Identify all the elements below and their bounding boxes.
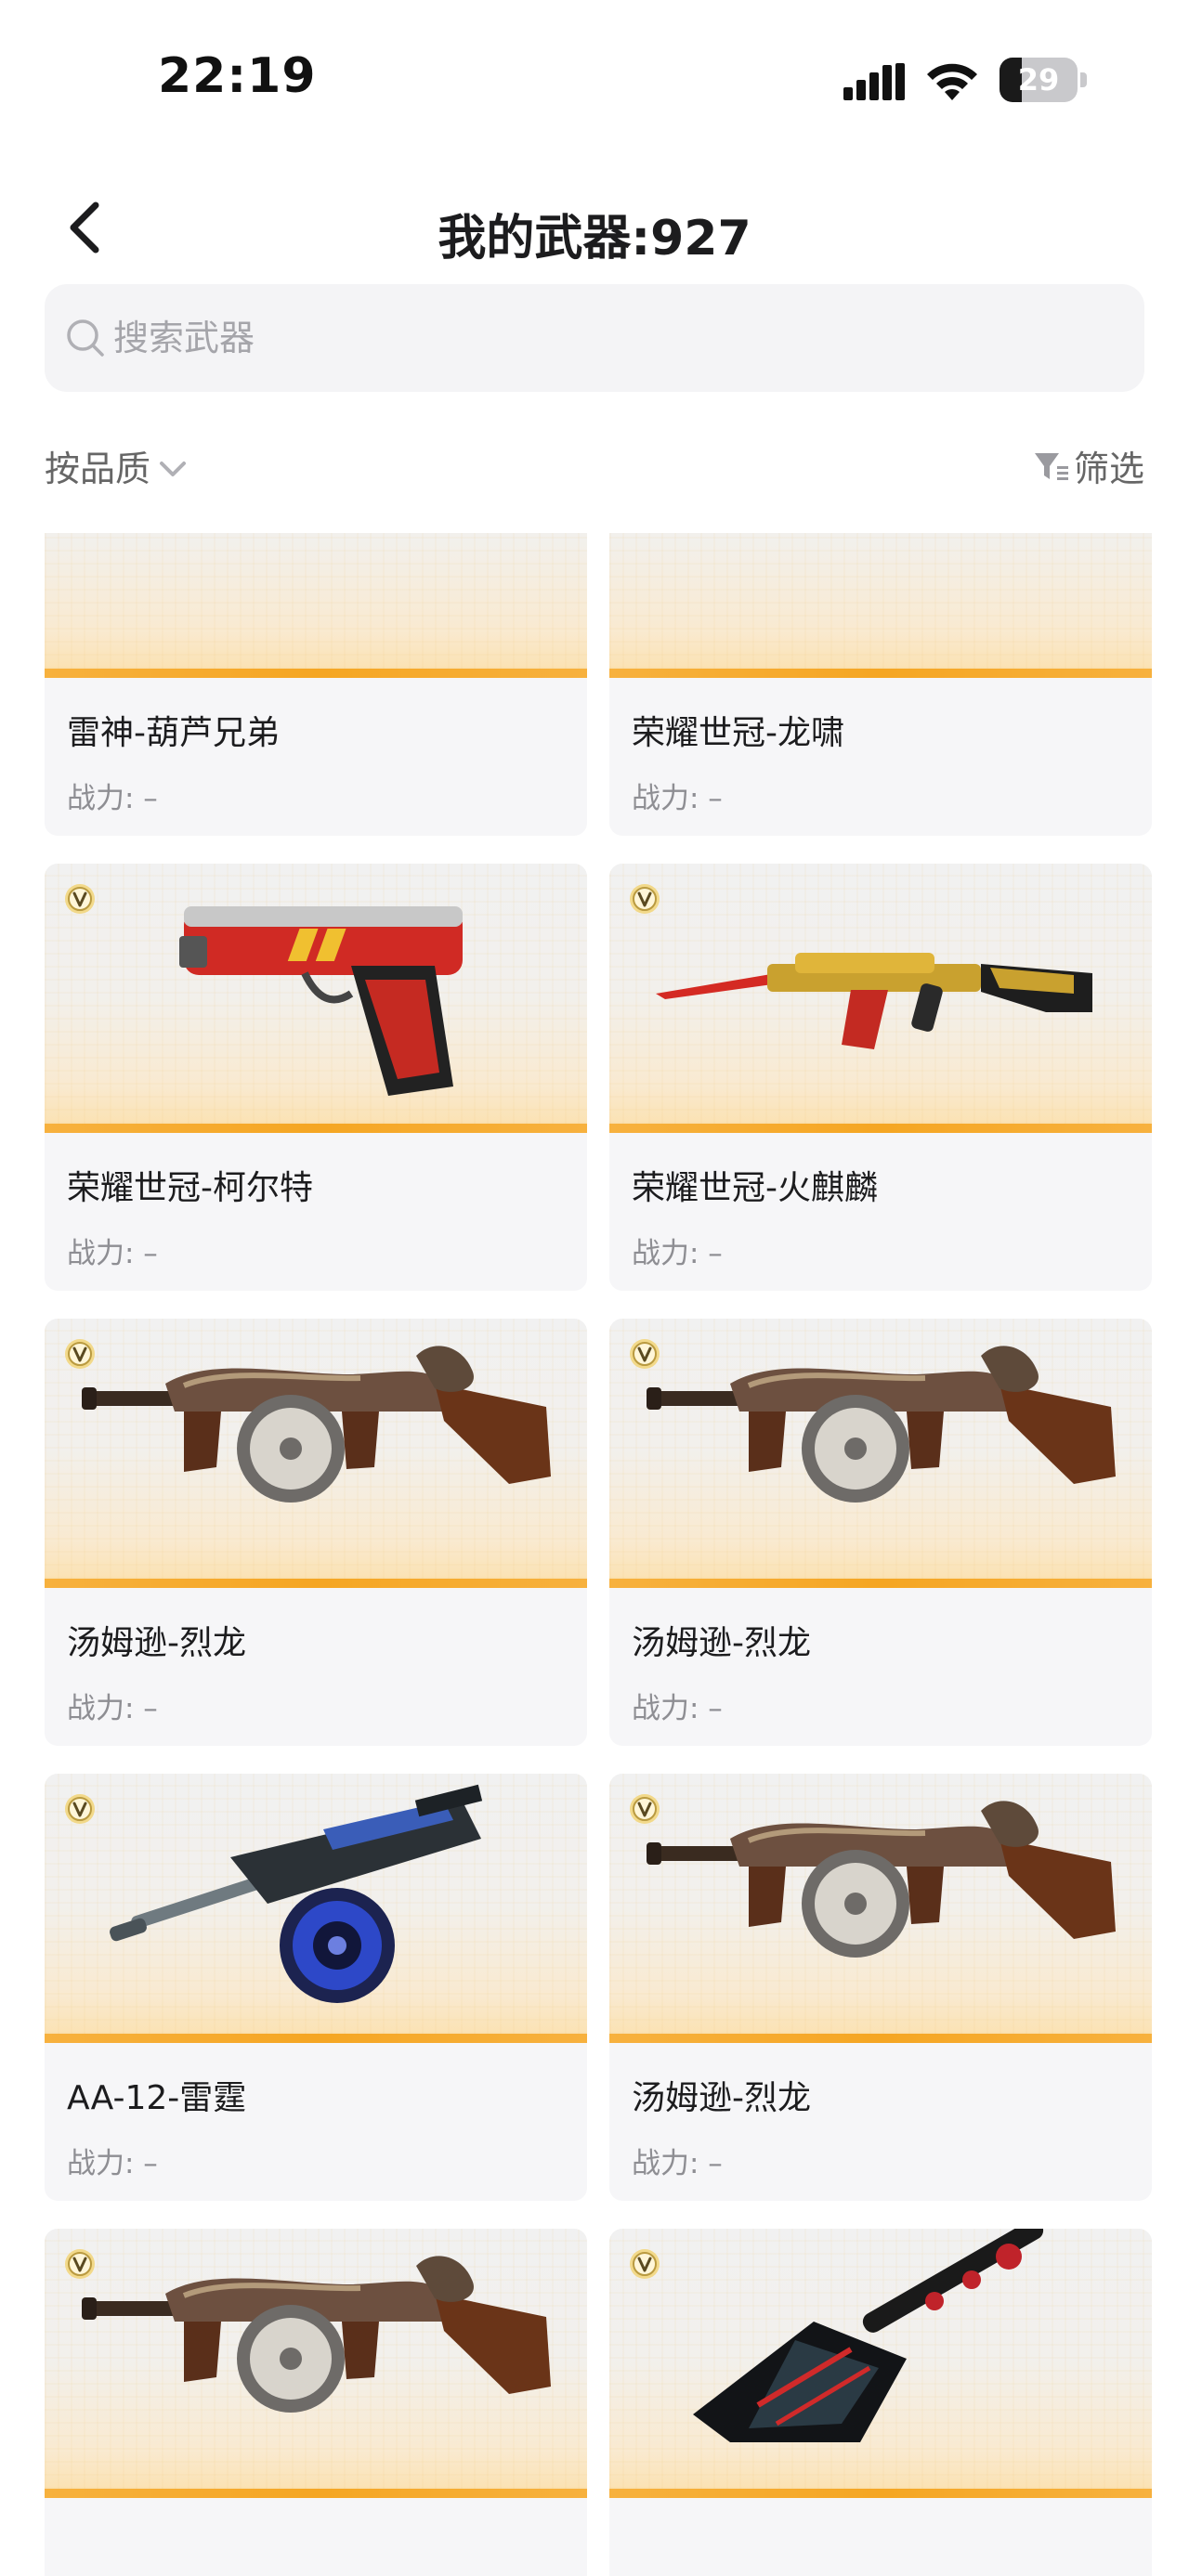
vip-badge-icon xyxy=(630,1339,660,1369)
quality-bar xyxy=(45,669,587,678)
weapon-name: AA-12-雷霆 xyxy=(67,2079,247,2117)
weapon-image-area xyxy=(45,533,587,669)
search-input[interactable] xyxy=(113,318,1098,358)
weapon-power: 战力: – xyxy=(632,1237,723,1270)
quality-bar xyxy=(609,2034,1152,2043)
rifle-image xyxy=(45,533,587,669)
filter-button[interactable]: 筛选 xyxy=(1033,440,1144,491)
vip-badge-icon xyxy=(630,2249,660,2279)
search-icon xyxy=(67,319,104,357)
weapon-image-area xyxy=(45,1774,587,2034)
vip-badge-icon xyxy=(65,1339,95,1369)
vip-badge-icon xyxy=(65,2249,95,2279)
weapon-card[interactable]: 荣耀世冠-火麒麟战力: – xyxy=(609,864,1152,1291)
weapon-image-area xyxy=(609,2229,1152,2489)
weapon-grid[interactable]: 雷神-葫芦兄弟 战力: – 荣耀世冠-龙啸 战力: – 荣耀世冠-柯尔特 战力: – … xyxy=(0,533,1189,2576)
weapon-card[interactable]: 汤姆逊-烈龙战力: – xyxy=(609,1319,1152,1746)
weapon-card[interactable] xyxy=(45,2229,587,2576)
weapon-power: 战力: – xyxy=(67,1692,158,1725)
weapon-power: 战力: – xyxy=(67,782,158,815)
weapon-name: 雷神-葫芦兄弟 xyxy=(67,714,280,752)
weapon-image-area xyxy=(45,2229,587,2489)
pistol-image xyxy=(179,906,463,1096)
shovel-image xyxy=(693,2229,1044,2442)
tommy-gun-image xyxy=(647,1346,1116,1503)
weapon-card[interactable] xyxy=(609,2229,1152,2576)
weapon-power: 战力: – xyxy=(67,1237,158,1270)
filter-row: 按品质 筛选 xyxy=(45,427,1144,501)
quality-bar xyxy=(609,2489,1152,2498)
weapon-card[interactable]: 汤姆逊-烈龙战力: – xyxy=(609,1774,1152,2201)
sort-label: 按品质 xyxy=(45,449,151,489)
search-box[interactable] xyxy=(45,284,1144,392)
page-title: 我的武器:927 xyxy=(438,211,751,267)
weapon-image-area xyxy=(609,1774,1152,2034)
battery-icon: 29 xyxy=(1000,58,1087,102)
nav-bar: 我的武器:927 xyxy=(0,176,1189,279)
weapon-card[interactable]: 荣耀世冠-龙啸战力: – xyxy=(609,533,1152,836)
weapon-power: 战力: – xyxy=(632,1692,723,1725)
back-button[interactable] xyxy=(52,195,117,260)
weapon-card[interactable]: 汤姆逊-烈龙战力: – xyxy=(45,1319,587,1746)
weapon-power: 战力: – xyxy=(67,2147,158,2180)
weapon-power: 战力: – xyxy=(632,2147,723,2180)
weapon-image-area xyxy=(45,1319,587,1579)
quality-bar xyxy=(45,1124,587,1133)
tommy-gun-image xyxy=(82,1346,551,1503)
filter-label: 筛选 xyxy=(1073,449,1144,489)
weapon-card[interactable]: AA-12-雷霆战力: – xyxy=(45,1774,587,2201)
weapon-card[interactable]: 荣耀世冠-柯尔特战力: – xyxy=(45,864,587,1291)
weapon-name: 荣耀世冠-龙啸 xyxy=(632,714,844,752)
wifi-icon xyxy=(927,63,977,100)
weapon-name: 荣耀世冠-火麒麟 xyxy=(632,1169,878,1207)
shotgun-image xyxy=(110,1784,483,2003)
status-bar: 22:19 29 xyxy=(0,0,1189,158)
quality-bar xyxy=(45,1579,587,1588)
dragon-blade-image xyxy=(609,533,1152,669)
tommy-gun-image xyxy=(82,2256,551,2413)
funnel-icon xyxy=(1034,452,1068,480)
quality-bar xyxy=(45,2034,587,2043)
weapon-name: 荣耀世冠-柯尔特 xyxy=(67,1169,313,1207)
weapon-card[interactable]: 雷神-葫芦兄弟战力: – xyxy=(45,533,587,836)
cellular-signal-icon xyxy=(843,63,905,100)
status-time: 22:19 xyxy=(158,48,317,104)
vip-badge-icon xyxy=(65,884,95,914)
weapon-image-area xyxy=(609,533,1152,669)
tommy-gun-image xyxy=(647,1801,1116,1958)
quality-bar xyxy=(609,1124,1152,1133)
vip-badge-icon xyxy=(65,1794,95,1824)
vip-badge-icon xyxy=(630,884,660,914)
weapon-name: 汤姆逊-烈龙 xyxy=(632,1624,811,1662)
sort-quality-dropdown[interactable]: 按品质 xyxy=(45,440,189,491)
weapon-image-area xyxy=(609,864,1152,1124)
chevron-left-icon xyxy=(70,202,99,254)
chevron-down-icon xyxy=(160,461,187,476)
battery-level: 29 xyxy=(1017,62,1060,98)
ak-rifle-image xyxy=(656,953,1092,1049)
weapon-power: 战力: – xyxy=(632,782,723,815)
weapon-name: 汤姆逊-烈龙 xyxy=(632,2079,811,2117)
vip-badge-icon xyxy=(630,1794,660,1824)
weapon-image-area xyxy=(609,1319,1152,1579)
quality-bar xyxy=(609,669,1152,678)
weapon-name: 汤姆逊-烈龙 xyxy=(67,1624,246,1662)
quality-bar xyxy=(609,1579,1152,1588)
quality-bar xyxy=(45,2489,587,2498)
weapon-image-area xyxy=(45,864,587,1124)
